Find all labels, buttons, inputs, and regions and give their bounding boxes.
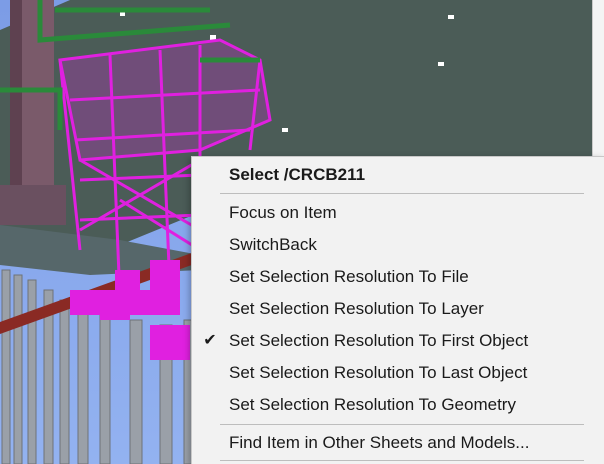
deck-marker xyxy=(438,62,444,66)
menu-item-switchback[interactable]: SwitchBack xyxy=(192,229,604,261)
menu-item-label: Set Selection Resolution To Geometry xyxy=(229,395,516,414)
menu-separator xyxy=(220,193,584,194)
menu-item-resolution-first-object[interactable]: ✔ Set Selection Resolution To First Obje… xyxy=(192,325,604,357)
context-menu: Select /CRCB211 Focus on Item SwitchBack… xyxy=(191,156,604,464)
deck-marker xyxy=(448,15,454,19)
menu-item-label: Find Item in Other Sheets and Models... xyxy=(229,433,530,452)
menu-item-resolution-last-object[interactable]: Set Selection Resolution To Last Object xyxy=(192,357,604,389)
menu-item-resolution-geometry[interactable]: Set Selection Resolution To Geometry xyxy=(192,389,604,421)
menu-item-label: Set Selection Resolution To File xyxy=(229,267,469,286)
menu-item-label: Focus on Item xyxy=(229,203,337,222)
checkmark-icon: ✔ xyxy=(203,332,217,349)
menu-separator xyxy=(220,460,584,461)
menu-item-resolution-file[interactable]: Set Selection Resolution To File xyxy=(192,261,604,293)
deck-marker xyxy=(120,12,125,16)
menu-item-label: Set Selection Resolution To First Object xyxy=(229,331,529,350)
menu-item-select-label: Select /CRCB211 xyxy=(229,165,366,184)
menu-item-label: Set Selection Resolution To Last Object xyxy=(229,363,528,382)
side-panel-edge xyxy=(592,0,604,156)
menu-item-select[interactable]: Select /CRCB211 xyxy=(192,159,604,191)
menu-item-resolution-layer[interactable]: Set Selection Resolution To Layer xyxy=(192,293,604,325)
menu-item-find-in-other-sheets[interactable]: Find Item in Other Sheets and Models... xyxy=(192,427,604,459)
menu-item-focus-on-item[interactable]: Focus on Item xyxy=(192,197,604,229)
vessel-base xyxy=(0,185,66,225)
deck-marker xyxy=(282,128,288,132)
menu-item-label: Set Selection Resolution To Layer xyxy=(229,299,484,318)
menu-item-label: SwitchBack xyxy=(229,235,317,254)
menu-separator xyxy=(220,424,584,425)
